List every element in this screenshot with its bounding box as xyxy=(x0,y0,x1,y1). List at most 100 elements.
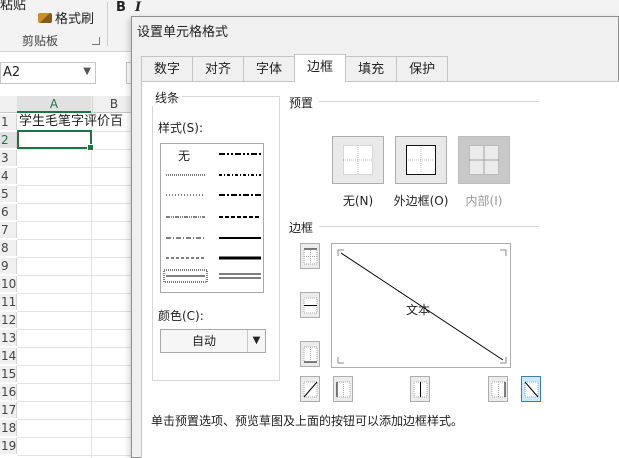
clipboard-group-label: 剪贴板 xyxy=(22,34,59,48)
column-header-a[interactable]: A xyxy=(17,96,91,113)
gridline xyxy=(17,365,135,366)
row-header[interactable]: 8 xyxy=(0,240,17,256)
tab-protection[interactable]: 保护 xyxy=(396,56,449,82)
chevron-down-icon[interactable]: ▼ xyxy=(247,330,265,352)
border-top-button[interactable] xyxy=(300,243,320,269)
gridline xyxy=(17,293,135,294)
border-right-button[interactable] xyxy=(488,376,508,402)
row-header[interactable]: 5 xyxy=(0,186,17,202)
row-header[interactable]: 10 xyxy=(0,276,17,292)
row-header[interactable]: 16 xyxy=(0,384,17,400)
name-box-value: A2 xyxy=(3,65,21,80)
gridline xyxy=(17,437,135,438)
row-header[interactable]: 7 xyxy=(0,222,17,238)
paste-button[interactable]: 粘贴 xyxy=(0,0,26,13)
border-diagonal-up-icon xyxy=(303,381,318,398)
clipboard-launcher-icon[interactable] xyxy=(92,37,100,45)
preset-inside-icon xyxy=(469,145,499,175)
row-header[interactable]: 1 xyxy=(0,114,17,130)
row-header[interactable]: 4 xyxy=(0,168,17,184)
gridline xyxy=(17,185,135,186)
gridline xyxy=(17,149,135,150)
gridline xyxy=(17,275,135,276)
brush-icon xyxy=(38,12,52,23)
border-inside-vertical-icon xyxy=(413,381,428,398)
color-label: 颜色(C): xyxy=(158,309,204,323)
cell-a1[interactable]: 学生毛笔字评价百 xyxy=(19,113,123,130)
ribbon-separator xyxy=(107,2,108,46)
preset-outline-label: 外边框(O) xyxy=(393,194,449,208)
format-painter-label: 格式刷 xyxy=(55,12,95,27)
format-painter-button[interactable]: 格式刷 xyxy=(38,8,94,27)
row-header[interactable]: 12 xyxy=(0,312,17,328)
line-style-swatches[interactable] xyxy=(161,144,265,294)
gridline xyxy=(17,167,135,168)
row-header[interactable]: 2 xyxy=(0,132,17,148)
chevron-down-icon[interactable]: ▼ xyxy=(83,66,91,77)
border-left-icon xyxy=(336,381,351,398)
dialog-title: 设置单元格格式 xyxy=(137,25,229,40)
preset-none-button[interactable] xyxy=(332,136,384,184)
gridline xyxy=(91,113,92,458)
line-groupbox: 线条 样式(S): 无 颜色(C): 自动 ▼ xyxy=(152,89,280,381)
row-header[interactable]: 11 xyxy=(0,294,17,310)
row-header[interactable]: 19 xyxy=(0,438,17,454)
preset-outline-icon xyxy=(406,145,436,175)
border-hint-text: 单击预置选项、预览草图及上面的按钮可以添加边框样式。 xyxy=(151,414,464,428)
line-style-list[interactable]: 无 xyxy=(160,143,264,293)
row-header[interactable]: 13 xyxy=(0,330,17,346)
preset-none-label: 无(N) xyxy=(342,194,374,208)
line-group-caption: 线条 xyxy=(152,89,183,106)
active-cell-a2[interactable] xyxy=(17,130,94,151)
gridline xyxy=(17,347,135,348)
format-cells-dialog: 设置单元格格式 数字 对齐 字体 边框 填充 保护 线条 样式(S): 无 颜色… xyxy=(131,16,619,458)
presets-rule xyxy=(319,101,539,102)
preset-outline-button[interactable] xyxy=(395,136,447,184)
border-bottom-icon xyxy=(303,346,318,363)
tab-number[interactable]: 数字 xyxy=(141,56,194,82)
border-top-icon xyxy=(303,248,318,265)
gridline xyxy=(17,239,135,240)
gridline xyxy=(17,311,135,312)
line-color-value: 自动 xyxy=(191,334,216,348)
border-diagonal-up-button[interactable] xyxy=(300,376,320,402)
tab-border[interactable]: 边框 xyxy=(294,54,347,82)
gridline xyxy=(17,401,135,402)
italic-button[interactable]: I xyxy=(135,0,141,15)
dialog-tabs: 数字 对齐 字体 边框 填充 保护 xyxy=(141,54,449,82)
name-box[interactable]: A2 ▼ xyxy=(0,62,96,84)
gridline xyxy=(17,455,135,456)
preset-inside-label: 内部(I) xyxy=(465,194,503,208)
border-inside-horizontal-button[interactable] xyxy=(300,292,320,318)
preset-none-icon xyxy=(343,145,373,175)
row-header[interactable]: 9 xyxy=(0,258,17,274)
gridline xyxy=(17,203,135,204)
row-header[interactable]: 17 xyxy=(0,402,17,418)
border-inside-horizontal-icon xyxy=(303,297,318,314)
border-bottom-button[interactable] xyxy=(300,341,320,367)
row-header[interactable]: 15 xyxy=(0,366,17,382)
column-header-b[interactable]: B xyxy=(92,96,135,113)
style-label: 样式(S): xyxy=(158,121,204,135)
gridline xyxy=(17,329,135,330)
border-tab-panel: 线条 样式(S): 无 颜色(C): 自动 ▼ 预置 无(N) 外边框(O) 内… xyxy=(141,81,619,458)
row-header[interactable]: 3 xyxy=(0,150,17,166)
gridline xyxy=(17,221,135,222)
tab-font[interactable]: 字体 xyxy=(243,56,296,82)
border-left-button[interactable] xyxy=(333,376,353,402)
row-header[interactable]: 18 xyxy=(0,420,17,436)
border-diagonal-down-icon xyxy=(524,381,539,398)
border-diagonal-down-button[interactable] xyxy=(521,376,541,402)
bold-button[interactable]: B xyxy=(116,0,126,15)
border-inside-vertical-button[interactable] xyxy=(410,376,430,402)
border-right-icon xyxy=(491,381,506,398)
border-preview[interactable]: 文本 xyxy=(331,243,511,368)
row-header[interactable]: 14 xyxy=(0,348,17,364)
row-header[interactable]: 6 xyxy=(0,204,17,220)
tab-fill[interactable]: 填充 xyxy=(345,56,398,82)
presets-caption: 预置 xyxy=(289,96,314,110)
tab-alignment[interactable]: 对齐 xyxy=(192,56,245,82)
line-color-select[interactable]: 自动 ▼ xyxy=(160,329,266,353)
gridline xyxy=(17,257,135,258)
preset-inside-button[interactable] xyxy=(458,136,510,184)
